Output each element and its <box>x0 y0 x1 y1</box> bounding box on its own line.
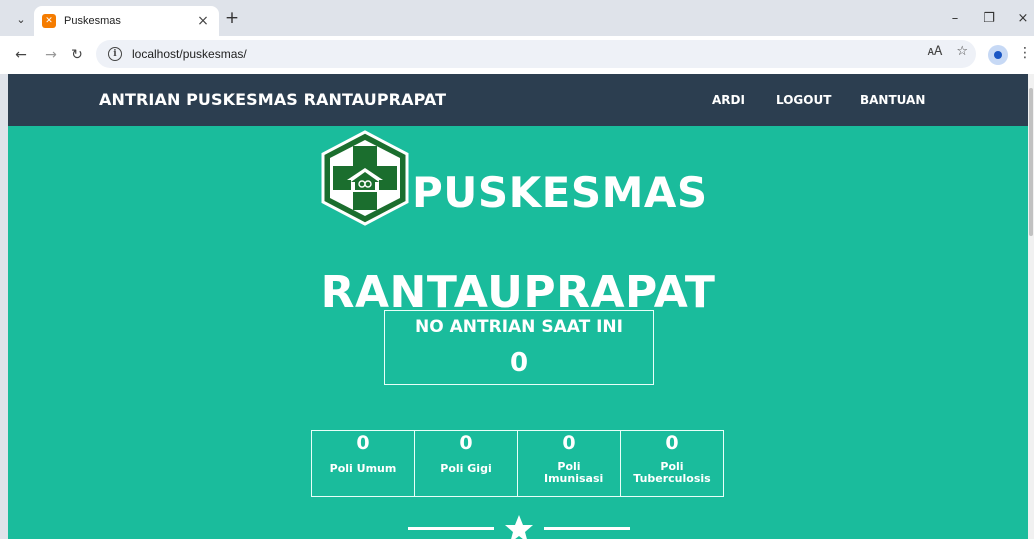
poli-count: 0 <box>356 432 370 454</box>
poli-name: Poli Umum <box>329 462 397 475</box>
poli-name: Poli Gigi <box>440 462 492 475</box>
current-queue-number: 0 <box>509 348 529 378</box>
browser-tab[interactable]: ✕ Puskesmas × <box>34 6 219 36</box>
poli-name: Poli Tuberculosis <box>633 460 711 485</box>
puskesmas-logo-icon <box>315 130 415 226</box>
back-arrow-icon[interactable]: ← <box>10 45 32 65</box>
poli-name: Poli Imunisasi <box>544 460 604 485</box>
current-queue-box: NO ANTRIAN SAAT INI 0 <box>384 310 654 385</box>
poli-card-imunisasi: 0 Poli Imunisasi <box>517 430 621 497</box>
browser-toolbar: ← → ↻ i localhost/puskesmas/ 🗚 ☆ ⋮ <box>0 36 1034 74</box>
star-icon <box>505 515 533 539</box>
site-navbar: ANTRIAN PUSKESMAS RANTAUPRAPAT ARDI LOGO… <box>8 74 1028 126</box>
minimize-icon[interactable]: – <box>944 8 966 28</box>
star-divider <box>408 514 630 539</box>
nav-link-user[interactable]: ARDI <box>712 93 745 107</box>
poli-card-tuberculosis: 0 Poli Tuberculosis <box>620 430 724 497</box>
profile-avatar-icon[interactable] <box>988 45 1008 65</box>
current-queue-label: NO ANTRIAN SAAT INI <box>415 317 623 337</box>
poli-queue-grid: 0 Poli Umum 0 Poli Gigi 0 Poli Imunisasi… <box>311 430 727 497</box>
tab-search-chevron-icon[interactable]: ⌄ <box>10 9 32 29</box>
forward-arrow-icon[interactable]: → <box>40 45 62 65</box>
site-brand[interactable]: ANTRIAN PUSKESMAS RANTAUPRAPAT <box>99 90 446 109</box>
site-info-icon[interactable]: i <box>108 47 122 61</box>
url-text[interactable]: localhost/puskesmas/ <box>132 47 247 61</box>
divider-line-right <box>544 527 630 530</box>
tab-title: Puskesmas <box>64 15 121 27</box>
divider-line-left <box>408 527 494 530</box>
page-viewport: ANTRIAN PUSKESMAS RANTAUPRAPAT ARDI LOGO… <box>8 74 1028 539</box>
browser-tabstrip: ⌄ ✕ Puskesmas × + – ❐ × <box>0 0 1034 36</box>
address-bar[interactable]: i localhost/puskesmas/ 🗚 ☆ <box>96 40 976 68</box>
poli-count: 0 <box>562 432 576 454</box>
nav-link-help[interactable]: BANTUAN <box>860 93 925 107</box>
poli-card-umum: 0 Poli Umum <box>311 430 415 497</box>
translate-icon[interactable]: 🗚 <box>928 44 943 59</box>
browser-menu-kebab-icon[interactable]: ⋮ <box>1018 45 1032 61</box>
poli-count: 0 <box>459 432 473 454</box>
restore-icon[interactable]: ❐ <box>978 8 1000 28</box>
poli-count: 0 <box>665 432 679 454</box>
tab-close-icon[interactable]: × <box>195 13 211 29</box>
poli-card-gigi: 0 Poli Gigi <box>414 430 518 497</box>
reload-icon[interactable]: ↻ <box>66 45 88 65</box>
page-scrollbar-thumb[interactable] <box>1029 88 1033 236</box>
window-close-icon[interactable]: × <box>1012 8 1034 28</box>
logo-wordmark: PUSKESMAS <box>412 168 708 217</box>
nav-link-logout[interactable]: LOGOUT <box>776 93 831 107</box>
new-tab-icon[interactable]: + <box>222 8 242 28</box>
bookmark-star-icon[interactable]: ☆ <box>956 44 968 59</box>
xampp-favicon-icon: ✕ <box>42 14 56 28</box>
